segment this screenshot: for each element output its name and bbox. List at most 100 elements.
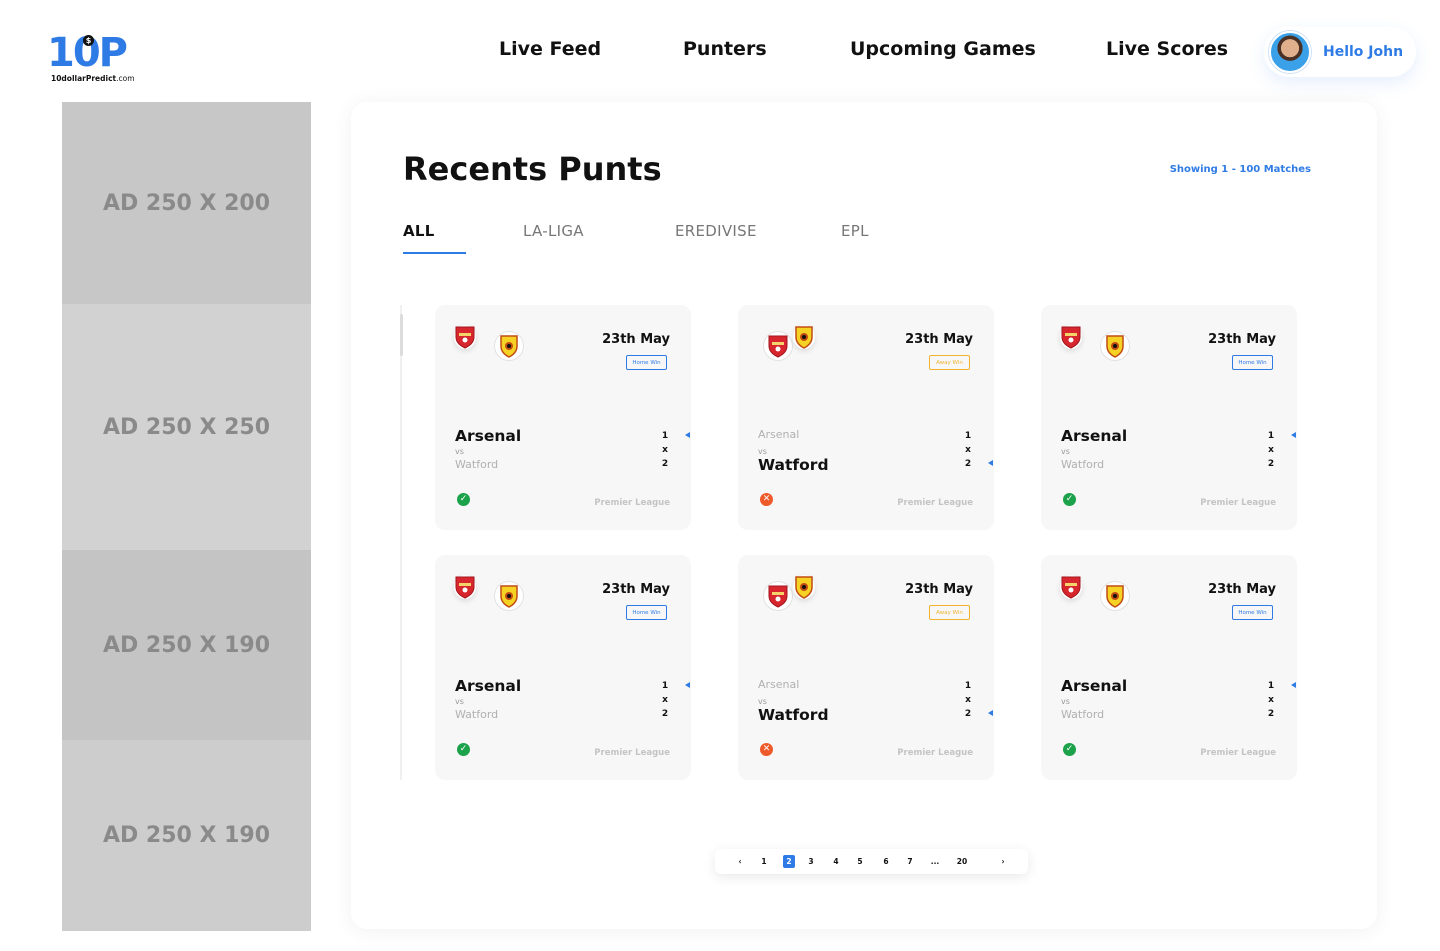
odds-column: 1 x 2 (1266, 679, 1276, 721)
prediction-badge: Home Win (626, 605, 667, 620)
match-date: 23th May (602, 332, 670, 347)
odds-draw: x (662, 695, 668, 705)
pick-indicator-icon (685, 682, 690, 688)
arsenal-crest-icon (763, 331, 793, 361)
odds-away: 2 (964, 709, 972, 719)
odds-column: 1 x 2 (963, 679, 973, 721)
page-3[interactable]: 3 (805, 855, 817, 868)
away-team: Watford (758, 456, 829, 474)
prediction-badge: Home Win (626, 355, 667, 370)
odds-home: 1 (964, 431, 972, 441)
odds-home: 1 (964, 681, 972, 691)
scrollbar-track[interactable] (400, 305, 402, 780)
page-7[interactable]: 7 (904, 855, 916, 868)
ad-label: AD 250 X 200 (102, 190, 271, 216)
league-name: Premier League (594, 748, 670, 758)
odds-away: 2 (964, 459, 972, 469)
away-team: Watford (455, 708, 499, 721)
ad-slot-1[interactable]: AD 250 X 200 (62, 102, 311, 304)
arsenal-crest-icon (1060, 325, 1082, 349)
recent-punts-panel: Recents Punts Showing 1 - 100 Matches AL… (351, 102, 1377, 929)
result-status-icon: ✓ (457, 743, 470, 756)
nav-live-scores[interactable]: Live Scores (1106, 38, 1228, 66)
vs-label: vs (1061, 447, 1070, 456)
watford-crest-icon (1100, 581, 1130, 611)
page-4[interactable]: 4 (830, 855, 842, 868)
user-greeting: Hello John (1323, 44, 1404, 60)
odds-away: 2 (661, 709, 669, 719)
team-logos (757, 575, 827, 617)
tab-all[interactable]: ALL (403, 222, 435, 240)
watford-crest-icon (793, 575, 815, 599)
scrollbar-thumb[interactable] (400, 314, 403, 356)
away-team: Watford (758, 706, 829, 724)
nav-live-feed[interactable]: Live Feed (499, 38, 601, 66)
team-logos (454, 575, 524, 617)
punt-card[interactable]: 23th May Home Win Arsenal vs Watford 1 x… (1041, 305, 1297, 530)
page-6[interactable]: 6 (880, 855, 892, 868)
odds-home: 1 (1267, 681, 1275, 691)
page-20[interactable]: 20 (956, 855, 968, 868)
odds-column: 1 x 2 (1266, 429, 1276, 471)
vs-label: vs (455, 697, 464, 706)
dollar-coin-icon: $ (83, 35, 94, 46)
vs-label: vs (758, 697, 767, 706)
odds-away: 2 (661, 459, 669, 469)
nav-upcoming-games[interactable]: Upcoming Games (850, 38, 1036, 66)
punt-card[interactable]: 23th May Away Win Arsenal vs Watford 1 x… (738, 305, 994, 530)
odds-draw: x (662, 445, 668, 455)
team-logos (757, 325, 827, 367)
vs-label: vs (758, 447, 767, 456)
home-team: Arsenal (455, 427, 522, 445)
active-tab-indicator (403, 252, 466, 254)
tab-eredivise[interactable]: EREDIVISE (675, 222, 757, 240)
odds-away: 2 (1267, 709, 1275, 719)
match-date: 23th May (1208, 582, 1276, 597)
page-2[interactable]: 2 (783, 855, 795, 868)
result-status-icon: ✓ (1063, 493, 1076, 506)
tab-epl[interactable]: EPL (841, 222, 869, 240)
odds-column: 1 x 2 (660, 679, 670, 721)
page-1[interactable]: 1 (758, 855, 770, 868)
ad-slot-4[interactable]: AD 250 X 190 (62, 740, 311, 931)
match-date: 23th May (1208, 332, 1276, 347)
odds-draw: x (1268, 695, 1274, 705)
ad-slot-3[interactable]: AD 250 X 190 (62, 550, 311, 740)
watford-crest-icon (793, 325, 815, 349)
pick-indicator-icon (685, 432, 690, 438)
prediction-badge: Home Win (1232, 355, 1273, 370)
page-5[interactable]: 5 (854, 855, 866, 868)
pick-indicator-icon (1291, 682, 1296, 688)
punt-card[interactable]: 23th May Away Win Arsenal vs Watford 1 x… (738, 555, 994, 780)
away-team: Watford (455, 458, 499, 471)
odds-draw: x (965, 695, 971, 705)
result-status-icon: ✓ (1063, 743, 1076, 756)
punt-card[interactable]: 23th May Home Win Arsenal vs Watford 1 x… (435, 305, 691, 530)
punt-card[interactable]: 23th May Home Win Arsenal vs Watford 1 x… (1041, 555, 1297, 780)
home-team: Arsenal (1061, 427, 1128, 445)
showing-count: Showing 1 - 100 Matches (1169, 164, 1311, 175)
prediction-badge: Home Win (1232, 605, 1273, 620)
prediction-badge: Away Win (929, 355, 970, 370)
tab-la-liga[interactable]: LA-LIGA (523, 222, 584, 240)
result-status-icon: ✕ (760, 743, 773, 756)
brand-logo[interactable]: 10P $ 10dollarPredict.com (47, 32, 137, 84)
match-date: 23th May (905, 582, 973, 597)
prev-page-icon[interactable]: ‹ (734, 855, 746, 868)
logo-tagline: 10dollarPredict.com (51, 74, 135, 83)
arsenal-crest-icon (454, 575, 476, 599)
pick-indicator-icon (988, 460, 993, 466)
punt-card[interactable]: 23th May Home Win Arsenal vs Watford 1 x… (435, 555, 691, 780)
home-team: Arsenal (1061, 677, 1128, 695)
arsenal-crest-icon (763, 581, 793, 611)
odds-column: 1 x 2 (963, 429, 973, 471)
arsenal-crest-icon (1060, 575, 1082, 599)
nav-punters[interactable]: Punters (683, 38, 767, 66)
league-name: Premier League (897, 748, 973, 758)
ad-slot-2[interactable]: AD 250 X 250 (62, 304, 311, 550)
user-menu[interactable]: Hello John (1264, 27, 1416, 77)
ad-label: AD 250 X 190 (102, 632, 271, 658)
next-page-icon[interactable]: › (997, 855, 1009, 868)
odds-column: 1 x 2 (660, 429, 670, 471)
pick-indicator-icon (988, 710, 993, 716)
